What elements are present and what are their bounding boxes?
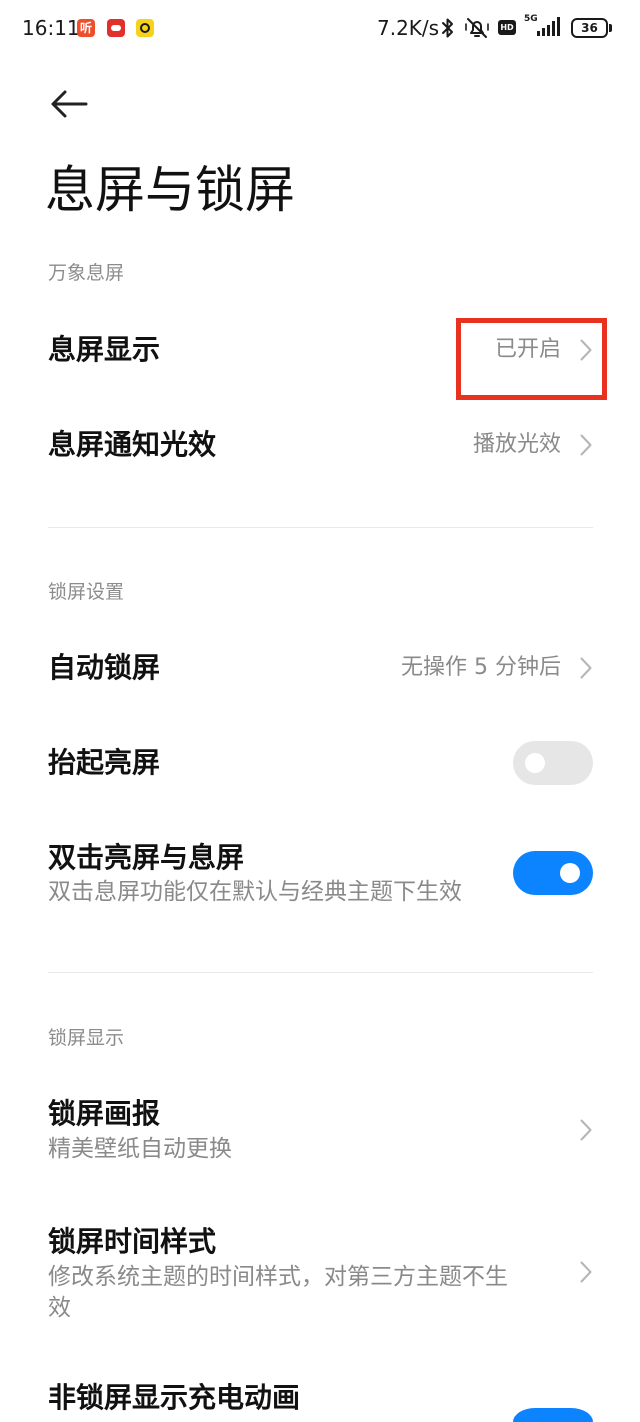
back-button[interactable]	[44, 82, 96, 126]
status-bar: 16:11 听 7.2K/s HD 5G 36	[0, 0, 640, 58]
hd-badge: HD	[498, 20, 516, 35]
section-divider	[48, 527, 593, 528]
signal-icon: 5G	[523, 14, 563, 38]
auto-lock-value: 无操作 5 分钟后	[401, 655, 561, 680]
chevron-right-icon	[580, 657, 592, 679]
toggle-knob	[560, 863, 580, 883]
yellow-app-icon	[136, 19, 154, 37]
highlight-annotation-box	[456, 318, 607, 400]
double-tap-wake-toggle[interactable]	[513, 851, 593, 895]
double-tap-wake-label: 双击亮屏与息屏	[48, 841, 245, 874]
section-title-lock-display: 锁屏显示	[48, 1027, 125, 1049]
charging-animation-toggle[interactable]	[513, 1408, 593, 1422]
charging-animation-label: 非锁屏显示充电动画	[48, 1381, 301, 1414]
raise-to-wake-label: 抬起亮屏	[48, 746, 161, 779]
notification-light-effect-row[interactable]: 息屏通知光效 播放光效	[0, 398, 640, 493]
network-speed: 7.2K/s	[377, 16, 440, 40]
lock-screen-clock-style-row[interactable]: 锁屏时间样式 修改系统主题的时间样式，对第三方主题不生效	[0, 1195, 640, 1345]
charging-animation-row: 非锁屏显示充电动画	[0, 1351, 640, 1422]
settings-screen: 16:11 听 7.2K/s HD 5G 36 息屏与锁屏 万象息屏 息屏显示 …	[0, 0, 640, 1422]
ting-app-glyph: 听	[79, 21, 92, 35]
battery-nub	[609, 24, 612, 32]
lock-screen-wallpaper-subtitle: 精美壁纸自动更换	[48, 1136, 232, 1162]
notification-light-effect-label: 息屏通知光效	[48, 428, 217, 461]
lock-screen-wallpaper-label: 锁屏画报	[48, 1097, 161, 1130]
lock-screen-clock-style-subtitle: 修改系统主题的时间样式，对第三方主题不生效	[48, 1264, 508, 1321]
section-title-lock-settings: 锁屏设置	[48, 581, 125, 603]
notification-light-effect-value: 播放光效	[472, 432, 561, 457]
section-divider	[48, 972, 593, 973]
auto-lock-label: 自动锁屏	[48, 651, 161, 684]
always-on-display-label: 息屏显示	[48, 333, 161, 366]
double-tap-wake-row: 双击亮屏与息屏 双击息屏功能仅在默认与经典主题下生效	[0, 811, 640, 936]
ting-app-icon: 听	[77, 19, 95, 37]
chevron-right-icon	[580, 1261, 592, 1283]
double-tap-wake-subtitle: 双击息屏功能仅在默认与经典主题下生效	[48, 879, 462, 905]
bluetooth-icon	[442, 18, 453, 38]
toggle-knob	[525, 753, 545, 773]
lock-screen-clock-style-label: 锁屏时间样式	[48, 1225, 217, 1258]
signal-bars-icon	[537, 17, 560, 36]
red-app-icon	[107, 19, 125, 37]
lock-screen-wallpaper-row[interactable]: 锁屏画报 精美壁纸自动更换	[0, 1067, 640, 1192]
raise-to-wake-toggle[interactable]	[513, 741, 593, 785]
network-type: 5G	[524, 14, 538, 24]
status-time: 16:11	[22, 16, 80, 40]
chevron-right-icon	[580, 434, 592, 456]
battery-icon: 36	[571, 18, 608, 38]
raise-to-wake-row: 抬起亮屏	[0, 716, 640, 811]
back-arrow-icon	[51, 90, 88, 118]
chevron-right-icon	[580, 1119, 592, 1141]
page-title: 息屏与锁屏	[45, 161, 295, 219]
section-title-aod: 万象息屏	[48, 262, 125, 284]
mute-icon	[465, 18, 489, 38]
auto-lock-row[interactable]: 自动锁屏 无操作 5 分钟后	[0, 621, 640, 716]
